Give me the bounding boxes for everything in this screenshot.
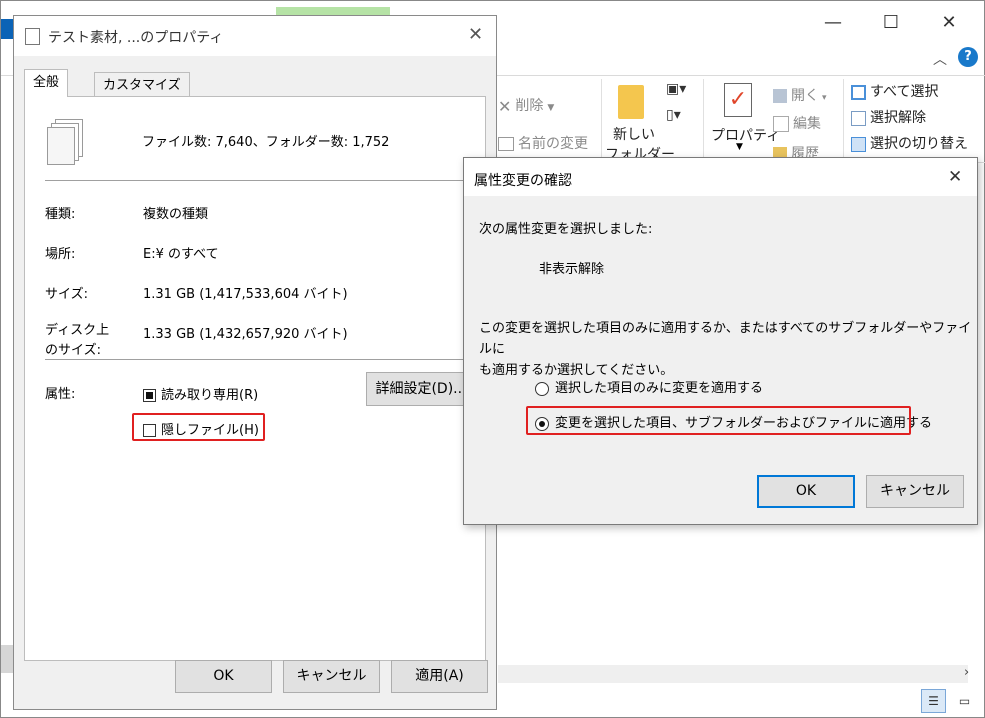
properties-title: テスト素材, ...のプロパティ xyxy=(48,30,224,46)
open-button[interactable]: 開く ▾ xyxy=(773,85,827,105)
close-button[interactable]: ✕ xyxy=(929,3,969,43)
confirm-ok-label: OK xyxy=(795,483,817,499)
disk-size-label-1: ディスク上 xyxy=(45,323,110,338)
ok-button[interactable]: OK xyxy=(175,660,272,693)
tab-general-label: 全般 xyxy=(33,75,60,90)
disk-size-label: ディスク上 のサイズ: xyxy=(45,321,109,361)
type-value: 複数の種類 xyxy=(143,207,209,222)
new-folder-label-1: 新しい xyxy=(613,127,655,143)
invert-selection-button[interactable]: 選択の切り替え xyxy=(851,133,968,153)
minimize-button[interactable]: — xyxy=(813,3,853,43)
new-folder-icon xyxy=(618,85,644,119)
confirm-change: 非表示解除 xyxy=(539,262,605,277)
multiple-files-icon xyxy=(25,28,40,45)
edit-button[interactable]: 編集 xyxy=(773,113,821,133)
open-icon xyxy=(773,89,787,103)
open-label: 開く xyxy=(791,88,819,104)
edit-label: 編集 xyxy=(793,116,821,132)
minimize-icon: — xyxy=(824,12,842,33)
file-stack-icon-3 xyxy=(47,127,75,165)
cancel-button[interactable]: キャンセル xyxy=(283,660,380,693)
properties-close-icon[interactable]: ✕ xyxy=(468,24,483,45)
apply-label: 適用(A) xyxy=(415,668,464,684)
readonly-checkbox-box[interactable] xyxy=(143,389,156,402)
confirm-ok-button[interactable]: OK xyxy=(757,475,855,508)
rename-label: 名前の変更 xyxy=(518,136,588,152)
easy-access-icon[interactable]: ▯▾ xyxy=(666,107,681,123)
select-all-button[interactable]: すべて選択 xyxy=(851,81,938,101)
option-selected-only[interactable]: 選択した項目のみに変更を適用する xyxy=(535,377,763,396)
edit-icon xyxy=(773,116,789,132)
disk-size-value: 1.33 GB (1,432,657,920 バイト) xyxy=(143,327,348,342)
collapse-ribbon-icon[interactable]: ︿ xyxy=(933,49,947,69)
readonly-label: 読み取り専用(R) xyxy=(161,388,259,403)
properties-dialog: テスト素材, ...のプロパティ ✕ 全般 カスタマイズ ファイル数: 7,64… xyxy=(13,15,497,710)
chevron-down-icon: ▼ xyxy=(547,103,555,113)
ribbon-divider-3 xyxy=(843,79,844,161)
tab-general[interactable]: 全般 xyxy=(24,69,69,97)
invert-selection-icon xyxy=(851,136,866,152)
properties-icon: ✓ xyxy=(724,83,752,117)
confirm-cancel-label: キャンセル xyxy=(880,483,950,499)
size-label: サイズ: xyxy=(45,287,88,302)
tab-customize-label: カスタマイズ xyxy=(103,78,181,93)
advanced-button[interactable]: 詳細設定(D)... xyxy=(366,372,476,406)
rename-icon xyxy=(498,137,514,151)
properties-label: プロパティ xyxy=(711,128,781,144)
disk-size-label-2: のサイズ: xyxy=(45,343,101,358)
option-all-highlight-box xyxy=(526,406,911,435)
file-count-summary: ファイル数: 7,640、フォルダー数: 1,752 xyxy=(142,135,390,150)
horizontal-scrollbar[interactable] xyxy=(498,665,968,683)
delete-button[interactable]: ✕ 削除 ▼ xyxy=(498,95,554,116)
rename-button[interactable]: 名前の変更 xyxy=(498,133,588,153)
properties-button[interactable]: プロパティ xyxy=(711,125,780,145)
confirm-intro: 次の属性変更を選択しました: xyxy=(479,222,653,237)
large-icons-view-icon[interactable]: ▭ xyxy=(952,689,977,713)
option-selected-only-label: 選択した項目のみに変更を適用する xyxy=(555,381,764,396)
select-all-icon xyxy=(851,84,866,100)
invert-selection-label: 選択の切り替え xyxy=(870,136,968,152)
select-none-label: 選択解除 xyxy=(870,110,926,126)
ribbon-divider xyxy=(601,79,602,161)
delete-label: 削除 xyxy=(515,98,544,114)
location-label: 場所: xyxy=(45,247,76,262)
maximize-icon: ☐ xyxy=(882,12,900,33)
readonly-checkbox[interactable]: 読み取り専用(R) xyxy=(143,384,258,403)
close-icon: ✕ xyxy=(941,12,957,33)
confirm-attribute-dialog: 属性変更の確認 ✕ 次の属性変更を選択しました: 非表示解除 この変更を選択した… xyxy=(463,157,978,525)
hidden-highlight-box xyxy=(132,413,265,441)
separator-2 xyxy=(45,359,473,360)
details-view-icon[interactable]: ☰ xyxy=(921,689,946,713)
select-none-button[interactable]: 選択解除 xyxy=(851,107,926,127)
confirm-cancel-button[interactable]: キャンセル xyxy=(866,475,964,508)
attributes-label: 属性: xyxy=(45,387,76,402)
new-item-icon[interactable]: ▣▾ xyxy=(666,81,686,97)
open-chevron-icon: ▾ xyxy=(822,93,827,103)
select-none-icon xyxy=(851,110,866,126)
apply-button[interactable]: 適用(A) xyxy=(391,660,488,693)
advanced-label: 詳細設定(D)... xyxy=(375,381,467,397)
size-value: 1.31 GB (1,417,533,604 バイト) xyxy=(143,287,348,302)
delete-icon: ✕ xyxy=(498,96,512,116)
location-value: E:¥ のすべて xyxy=(143,247,219,262)
separator xyxy=(45,180,473,181)
confirm-question-line1: この変更を選択した項目のみに適用するか、またはすべてのサブフォルダーやファイルに xyxy=(479,321,972,357)
ribbon-divider-2 xyxy=(703,79,704,161)
confirm-close-icon[interactable]: ✕ xyxy=(948,167,962,187)
maximize-button[interactable]: ☐ xyxy=(871,3,911,43)
scroll-right-icon[interactable]: › xyxy=(964,665,969,680)
select-all-label: すべて選択 xyxy=(870,84,939,100)
tab-customize[interactable]: カスタマイズ xyxy=(94,72,190,98)
properties-chevron-icon: ▼ xyxy=(736,142,743,152)
type-label: 種類: xyxy=(45,207,76,222)
ok-label: OK xyxy=(213,668,234,684)
cancel-label: キャンセル xyxy=(296,668,367,684)
confirm-question: この変更を選択した項目のみに適用するか、またはすべてのサブフォルダーやファイルに… xyxy=(479,318,977,381)
option-selected-only-radio[interactable] xyxy=(535,381,549,396)
confirm-title: 属性変更の確認 xyxy=(474,173,572,189)
help-icon[interactable]: ? xyxy=(958,47,978,67)
